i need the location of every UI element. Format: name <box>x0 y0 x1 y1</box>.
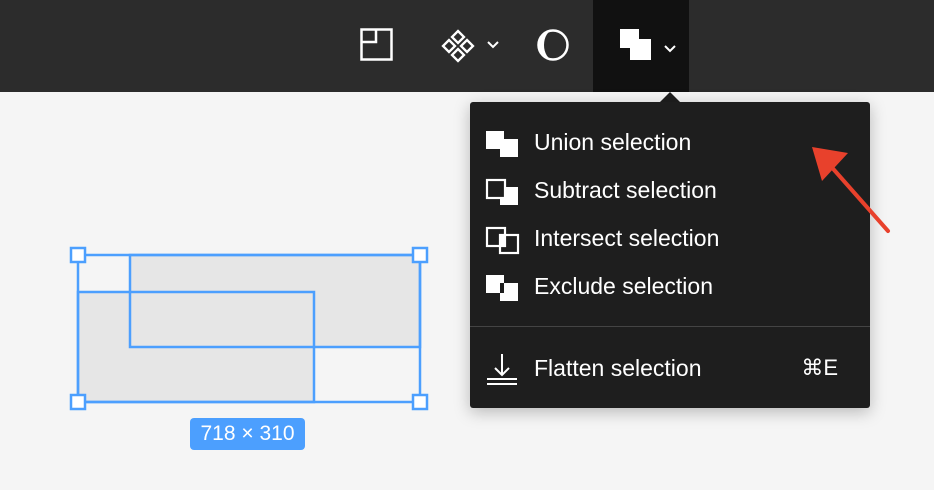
menu-item-label: Exclude selection <box>534 273 713 299</box>
boolean-operations-button[interactable] <box>593 0 689 92</box>
menu-item-label: Subtract selection <box>534 177 717 203</box>
resize-handle[interactable] <box>69 393 87 411</box>
boolean-operations-icon <box>620 29 651 60</box>
mask-icon <box>537 29 569 61</box>
menu-item-label: Intersect selection <box>534 225 720 251</box>
frame-icon <box>360 28 393 61</box>
component-icon <box>441 29 475 63</box>
flatten-icon <box>487 354 517 385</box>
resize-handle[interactable] <box>411 393 429 411</box>
exclude-icon <box>486 275 518 301</box>
annotation-arrow-icon <box>812 147 890 233</box>
menu-caret <box>660 92 680 102</box>
dimension-badge: 718 × 310 <box>190 418 305 450</box>
mask-tool-button[interactable] <box>522 0 584 92</box>
toolbar <box>0 0 934 92</box>
menu-separator <box>470 326 870 327</box>
component-tool-button[interactable] <box>428 0 512 92</box>
menu-item-exclude-selection[interactable]: Exclude selection <box>470 262 870 310</box>
menu-item-label: Union selection <box>534 129 692 155</box>
selected-shapes[interactable] <box>60 240 440 420</box>
subtract-icon <box>485 178 518 205</box>
menu-item-flatten-selection[interactable]: Flatten selection ⌘E <box>470 344 870 392</box>
union-icon <box>486 131 518 157</box>
chevron-down-icon <box>664 45 676 53</box>
resize-handle[interactable] <box>69 246 87 264</box>
resize-handle[interactable] <box>411 246 429 264</box>
frame-tool-button[interactable] <box>346 0 408 92</box>
intersect-icon <box>485 226 520 255</box>
keyboard-shortcut: ⌘E <box>801 355 838 380</box>
menu-item-label: Flatten selection <box>534 355 702 381</box>
chevron-down-icon <box>487 41 499 49</box>
